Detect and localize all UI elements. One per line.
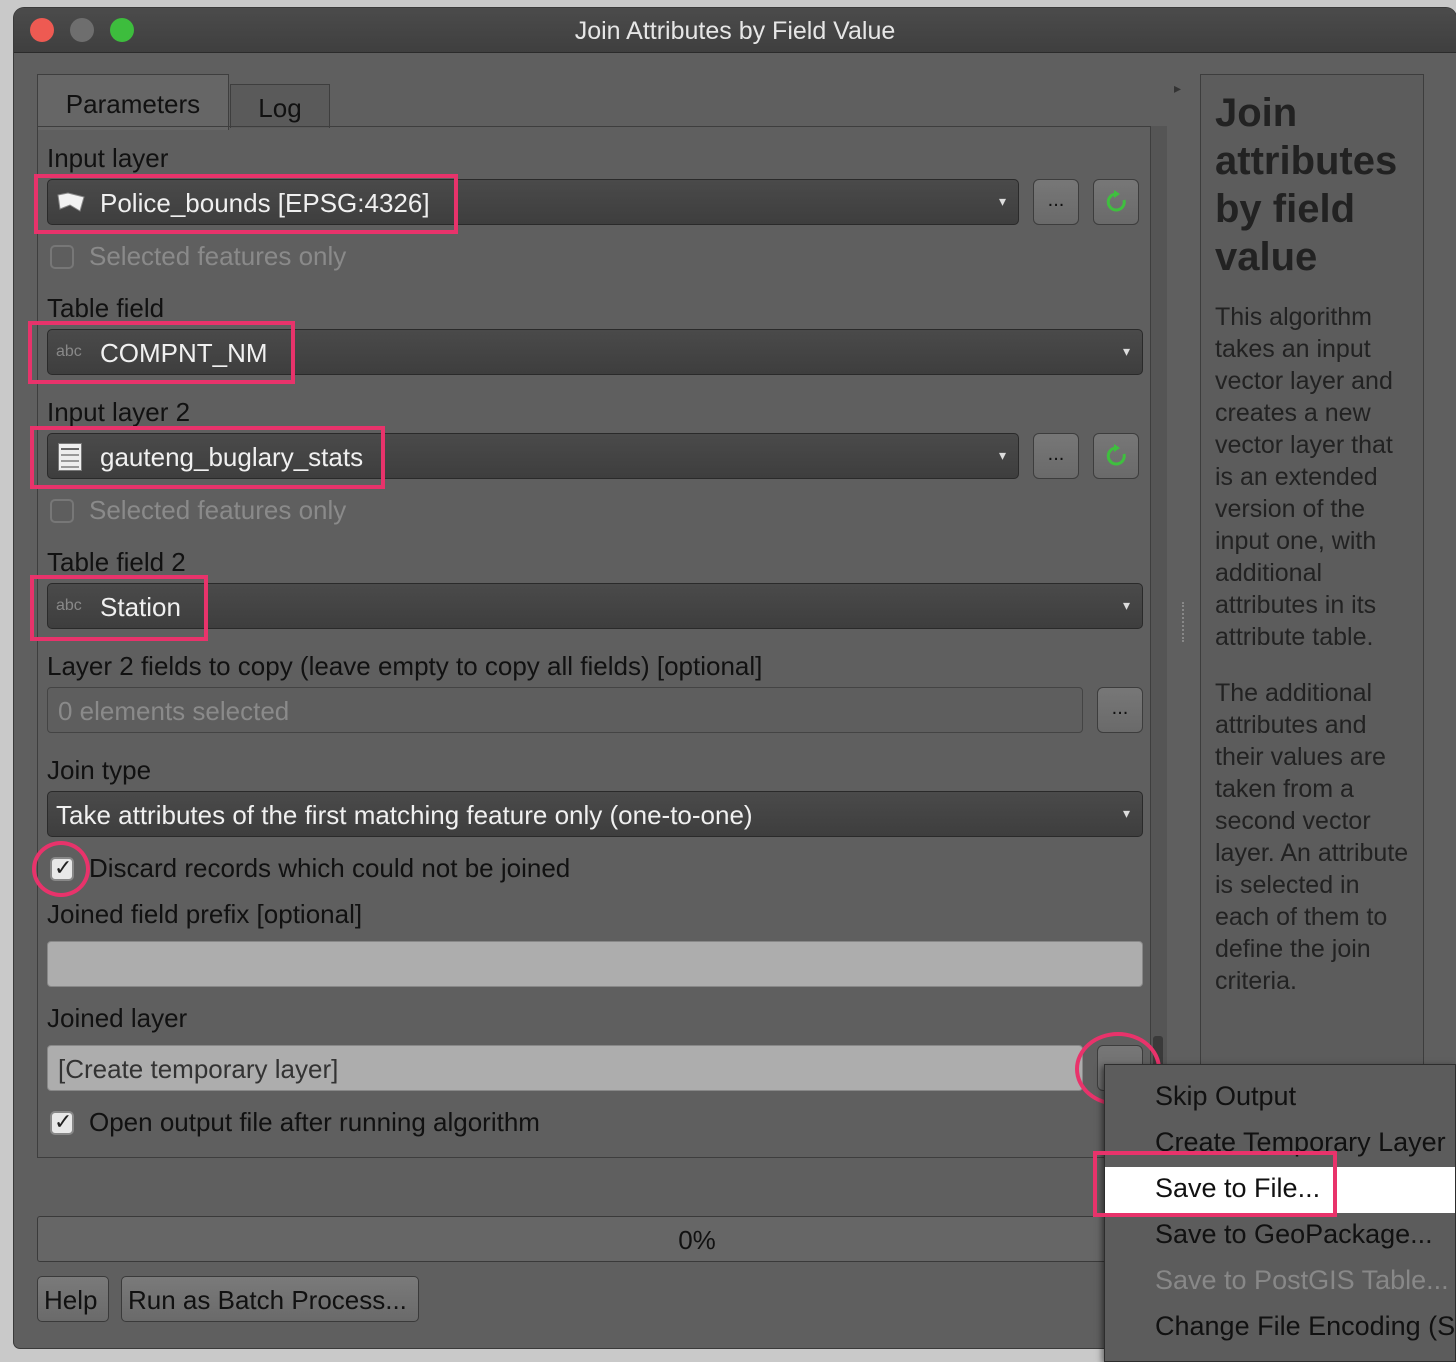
fields-to-copy-browse-button[interactable]: ... bbox=[1097, 687, 1143, 733]
menu-item-save-to-postgis: Save to PostGIS Table... bbox=[1155, 1265, 1449, 1295]
help-title: Join attributes by field value bbox=[1215, 91, 1398, 279]
refresh-icon bbox=[1106, 190, 1126, 212]
chevron-down-icon: ▾ bbox=[1122, 597, 1130, 613]
parameters-panel: Input layer Police_bounds [EPSG:4326] ▾ … bbox=[37, 126, 1157, 1158]
input-layer2-label: Input layer 2 bbox=[47, 397, 191, 427]
joined-layer-label: Joined layer bbox=[47, 1003, 188, 1033]
help-paragraph-2: The additional attributes and their valu… bbox=[1215, 679, 1409, 995]
help-pane: Join attributes by field value This algo… bbox=[1200, 74, 1424, 1174]
join-type-label: Join type bbox=[47, 755, 152, 785]
highlight-input-layer bbox=[34, 174, 458, 234]
help-body: This algorithm takes an input vector lay… bbox=[1215, 301, 1415, 1021]
table-field2-combo[interactable]: abc Station ▾ bbox=[47, 583, 1143, 629]
run-batch-button[interactable]: Run as Batch Process... bbox=[121, 1276, 419, 1322]
highlight-input-layer2 bbox=[30, 426, 385, 489]
title-bar: Join Attributes by Field Value bbox=[14, 8, 1456, 53]
highlight-table-field bbox=[28, 321, 295, 384]
chevron-down-icon: ▾ bbox=[1122, 805, 1130, 821]
parameters-scrollbar[interactable] bbox=[1150, 126, 1167, 1158]
selected-only-checkbox-1[interactable] bbox=[50, 245, 74, 269]
chevron-down-icon: ▾ bbox=[998, 447, 1006, 463]
input-layer-iterate-button[interactable] bbox=[1093, 179, 1139, 225]
tab-parameters[interactable]: Parameters bbox=[37, 74, 229, 130]
joined-layer-input[interactable]: [Create temporary layer] bbox=[47, 1045, 1083, 1091]
fields-to-copy-value: 0 elements selected bbox=[58, 696, 290, 726]
fields-to-copy-label: Layer 2 fields to copy (leave empty to c… bbox=[47, 651, 763, 681]
join-type-value: Take attributes of the first matching fe… bbox=[56, 800, 753, 830]
table-field-label: Table field bbox=[47, 293, 165, 323]
highlight-discard-checkbox bbox=[32, 841, 90, 897]
highlight-table-field2 bbox=[30, 575, 208, 641]
help-paragraph-1: This algorithm takes an input vector lay… bbox=[1215, 303, 1393, 651]
input-layer-browse-button[interactable]: ... bbox=[1033, 179, 1079, 225]
joined-layer-value: [Create temporary layer] bbox=[58, 1054, 339, 1084]
table-field2-label: Table field 2 bbox=[47, 547, 186, 577]
fields-to-copy-field[interactable]: 0 elements selected bbox=[47, 687, 1083, 733]
refresh-icon bbox=[1106, 444, 1126, 466]
menu-item-skip-output[interactable]: Skip Output bbox=[1105, 1075, 1455, 1121]
input-layer2-iterate-button[interactable] bbox=[1093, 433, 1139, 479]
window-title: Join Attributes by Field Value bbox=[574, 17, 896, 45]
chevron-down-icon: ▾ bbox=[998, 193, 1006, 209]
join-type-combo[interactable]: Take attributes of the first matching fe… bbox=[47, 791, 1143, 837]
selected-only-label-2: Selected features only bbox=[89, 495, 347, 525]
discard-records-label: Discard records which could not be joine… bbox=[89, 853, 571, 883]
highlight-save-to-file bbox=[1093, 1151, 1337, 1217]
menu-item-save-to-geopackage[interactable]: Save to GeoPackage... bbox=[1105, 1213, 1455, 1259]
selected-only-label-1: Selected features only bbox=[89, 241, 347, 271]
selected-only-checkbox-2[interactable] bbox=[50, 499, 74, 523]
collapse-arrow-icon[interactable]: ▸ bbox=[1174, 80, 1181, 97]
prefix-input[interactable] bbox=[47, 941, 1143, 987]
prefix-label: Joined field prefix [optional] bbox=[47, 899, 363, 929]
input-layer-label: Input layer bbox=[47, 143, 169, 173]
chevron-down-icon: ▾ bbox=[1122, 343, 1130, 359]
open-output-checkbox[interactable] bbox=[50, 1109, 74, 1135]
help-button[interactable]: Help bbox=[37, 1276, 109, 1322]
splitter-handle[interactable] bbox=[1182, 602, 1188, 642]
menu-item-change-encoding[interactable]: Change File Encoding (System) bbox=[1105, 1305, 1455, 1351]
tab-log[interactable]: Log bbox=[230, 84, 330, 128]
open-output-label: Open output file after running algorithm bbox=[89, 1107, 540, 1137]
input-layer2-browse-button[interactable]: ... bbox=[1033, 433, 1079, 479]
